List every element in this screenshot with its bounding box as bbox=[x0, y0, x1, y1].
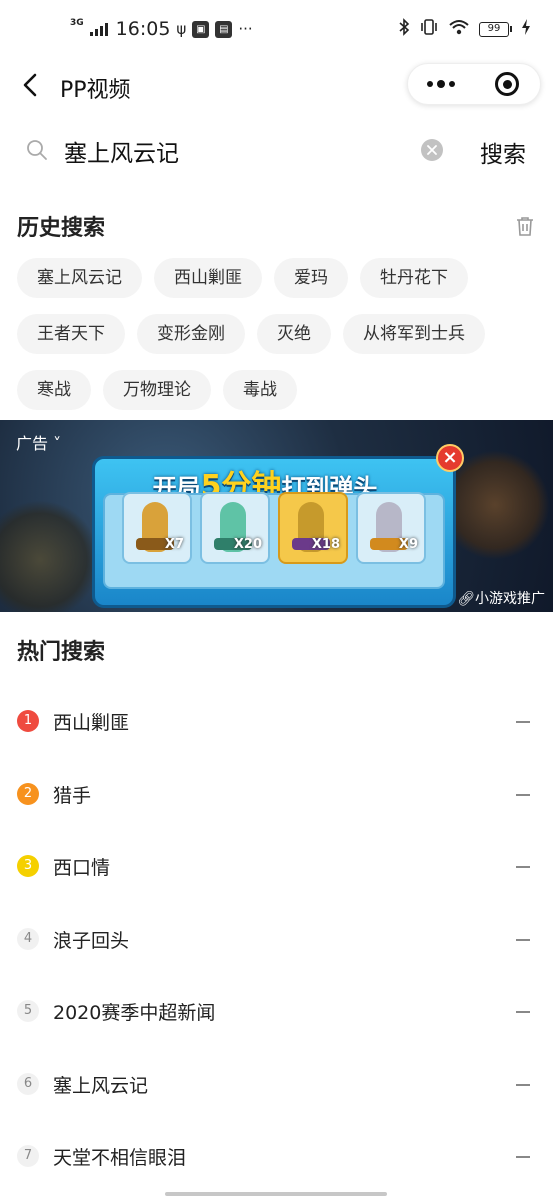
ad-background-art-2 bbox=[0, 500, 100, 612]
chevron-left-icon bbox=[23, 73, 37, 97]
rank-badge: 5 bbox=[17, 1000, 39, 1022]
hot-search-item[interactable]: 3 西口情 bbox=[0, 831, 553, 904]
back-button[interactable] bbox=[16, 70, 46, 100]
status-time: 16:05 bbox=[115, 18, 171, 40]
ad-banner[interactable]: 广告 ˅ 开局5分钟打到弹头 × X7 X20 X18 X9 🔗︎小游戏推广 bbox=[0, 420, 553, 612]
history-tag[interactable]: 灭绝 bbox=[257, 314, 331, 354]
miniprogram-capsule bbox=[407, 63, 541, 105]
signal-icon bbox=[89, 22, 108, 36]
history-row: 寒战 万物理论 毒战 bbox=[17, 370, 537, 410]
trend-flat-icon bbox=[516, 1011, 530, 1013]
hot-search-list: 1 西山剿匪 2 猎手 3 西口情 4 浪子回头 5 2020赛季中超新闻 6 … bbox=[0, 686, 553, 1194]
hot-search-label: 浪子回头 bbox=[53, 929, 130, 952]
bluetooth-icon bbox=[398, 18, 410, 40]
page-title: PP视频 bbox=[60, 78, 131, 103]
history-tag[interactable]: 毒战 bbox=[223, 370, 297, 410]
hot-search-item[interactable]: 7 天堂不相信眼泪 bbox=[0, 1121, 553, 1194]
history-tag[interactable]: 塞上风云记 bbox=[17, 258, 142, 298]
app-notification-icon: ▣ bbox=[192, 20, 210, 38]
rank-badge: 3 bbox=[17, 855, 39, 877]
battery-level: 99 bbox=[479, 21, 509, 37]
status-left: 3G 16:05 ψ ▣ ▤ ··· bbox=[70, 18, 253, 40]
ad-item: X9 bbox=[356, 492, 426, 564]
hot-search-item[interactable]: 4 浪子回头 bbox=[0, 904, 553, 977]
history-row: 塞上风云记 西山剿匪 爱玛 牡丹花下 bbox=[17, 258, 537, 298]
hot-search-label: 猎手 bbox=[53, 784, 92, 807]
history-tag[interactable]: 变形金刚 bbox=[137, 314, 245, 354]
hot-search-label: 天堂不相信眼泪 bbox=[53, 1147, 187, 1169]
hot-search-item[interactable]: 5 2020赛季中超新闻 bbox=[0, 976, 553, 1049]
chevron-down-icon: ˅ bbox=[48, 434, 62, 453]
ad-item-qty: X7 bbox=[164, 537, 184, 552]
clear-search-button[interactable] bbox=[421, 139, 443, 161]
search-icon bbox=[27, 140, 47, 160]
battery-icon: 99 bbox=[479, 21, 512, 37]
history-tag[interactable]: 从将军到士兵 bbox=[343, 314, 485, 354]
trend-flat-icon bbox=[516, 1083, 530, 1086]
ad-label[interactable]: 广告 ˅ bbox=[16, 430, 61, 454]
more-icon bbox=[427, 81, 433, 87]
link-icon: 🔗︎ bbox=[457, 591, 475, 607]
status-bar: 3G 16:05 ψ ▣ ▤ ··· 99 bbox=[0, 0, 553, 60]
trash-icon[interactable] bbox=[514, 215, 536, 237]
search-button[interactable]: 搜索 bbox=[480, 135, 526, 169]
rank-badge: 6 bbox=[17, 1072, 39, 1095]
close-icon bbox=[427, 145, 437, 155]
trend-flat-icon bbox=[516, 793, 530, 796]
ad-item: X20 bbox=[200, 492, 270, 564]
ad-item: X7 bbox=[122, 492, 192, 564]
history-tag[interactable]: 西山剿匪 bbox=[154, 258, 262, 298]
usb-icon: ψ bbox=[176, 20, 187, 38]
hot-search-item[interactable]: 2 猎手 bbox=[0, 759, 553, 832]
ad-items: X7 X20 X18 X9 bbox=[122, 492, 426, 564]
hot-search-title: 热门搜索 bbox=[17, 640, 106, 665]
target-icon bbox=[495, 72, 519, 96]
rank-badge: 4 bbox=[17, 927, 39, 950]
more-notifications-icon: ··· bbox=[238, 20, 253, 38]
nav-bar: PP视频 bbox=[0, 60, 553, 110]
charging-icon bbox=[521, 18, 531, 40]
hot-search-label: 西山剿匪 bbox=[53, 712, 130, 734]
vibrate-icon bbox=[419, 18, 439, 40]
network-type: 3G bbox=[70, 18, 84, 28]
history-tags: 塞上风云记 西山剿匪 爱玛 牡丹花下 王者天下 变形金刚 灭绝 从将军到士兵 寒… bbox=[17, 258, 537, 426]
history-title: 历史搜索 bbox=[17, 216, 106, 241]
close-miniprogram-button[interactable] bbox=[474, 64, 540, 104]
history-tag[interactable]: 寒战 bbox=[17, 370, 91, 410]
hot-search-item[interactable]: 6 塞上风云记 bbox=[0, 1049, 553, 1122]
status-right: 99 bbox=[398, 18, 531, 40]
ad-item-qty: X9 bbox=[398, 537, 418, 552]
app-notification-icon-2: ▤ bbox=[215, 20, 233, 38]
ad-item: X18 bbox=[278, 492, 348, 564]
trend-flat-icon bbox=[516, 866, 530, 868]
history-tag[interactable]: 牡丹花下 bbox=[360, 258, 468, 298]
history-tag[interactable]: 王者天下 bbox=[17, 314, 125, 354]
more-button[interactable] bbox=[408, 64, 474, 104]
search-input[interactable] bbox=[64, 133, 404, 169]
ad-item-qty: X18 bbox=[311, 537, 340, 552]
hot-search-label: 西口情 bbox=[53, 857, 111, 879]
ad-label-text: 广告 bbox=[16, 434, 49, 453]
ad-item-qty: X20 bbox=[233, 537, 262, 552]
trend-flat-icon bbox=[516, 721, 530, 723]
search-bar: 搜索 bbox=[0, 125, 553, 177]
hot-search-label: 塞上风云记 bbox=[53, 1074, 149, 1097]
rank-badge: 1 bbox=[17, 710, 39, 732]
home-indicator[interactable] bbox=[165, 1192, 387, 1196]
ad-promo-text: 小游戏推广 bbox=[475, 591, 545, 607]
history-tag[interactable]: 爱玛 bbox=[274, 258, 348, 298]
trend-flat-icon bbox=[516, 938, 530, 941]
rank-badge: 2 bbox=[17, 782, 39, 805]
rank-badge: 7 bbox=[17, 1145, 39, 1167]
trend-flat-icon bbox=[516, 1156, 530, 1158]
history-row: 王者天下 变形金刚 灭绝 从将军到士兵 bbox=[17, 314, 537, 354]
history-tag[interactable]: 万物理论 bbox=[103, 370, 211, 410]
ad-promo: 🔗︎小游戏推广 bbox=[457, 588, 545, 608]
wifi-icon bbox=[448, 18, 470, 40]
hot-search-label: 2020赛季中超新闻 bbox=[53, 1002, 216, 1024]
ad-close-icon: × bbox=[436, 444, 464, 472]
hot-search-item[interactable]: 1 西山剿匪 bbox=[0, 686, 553, 759]
